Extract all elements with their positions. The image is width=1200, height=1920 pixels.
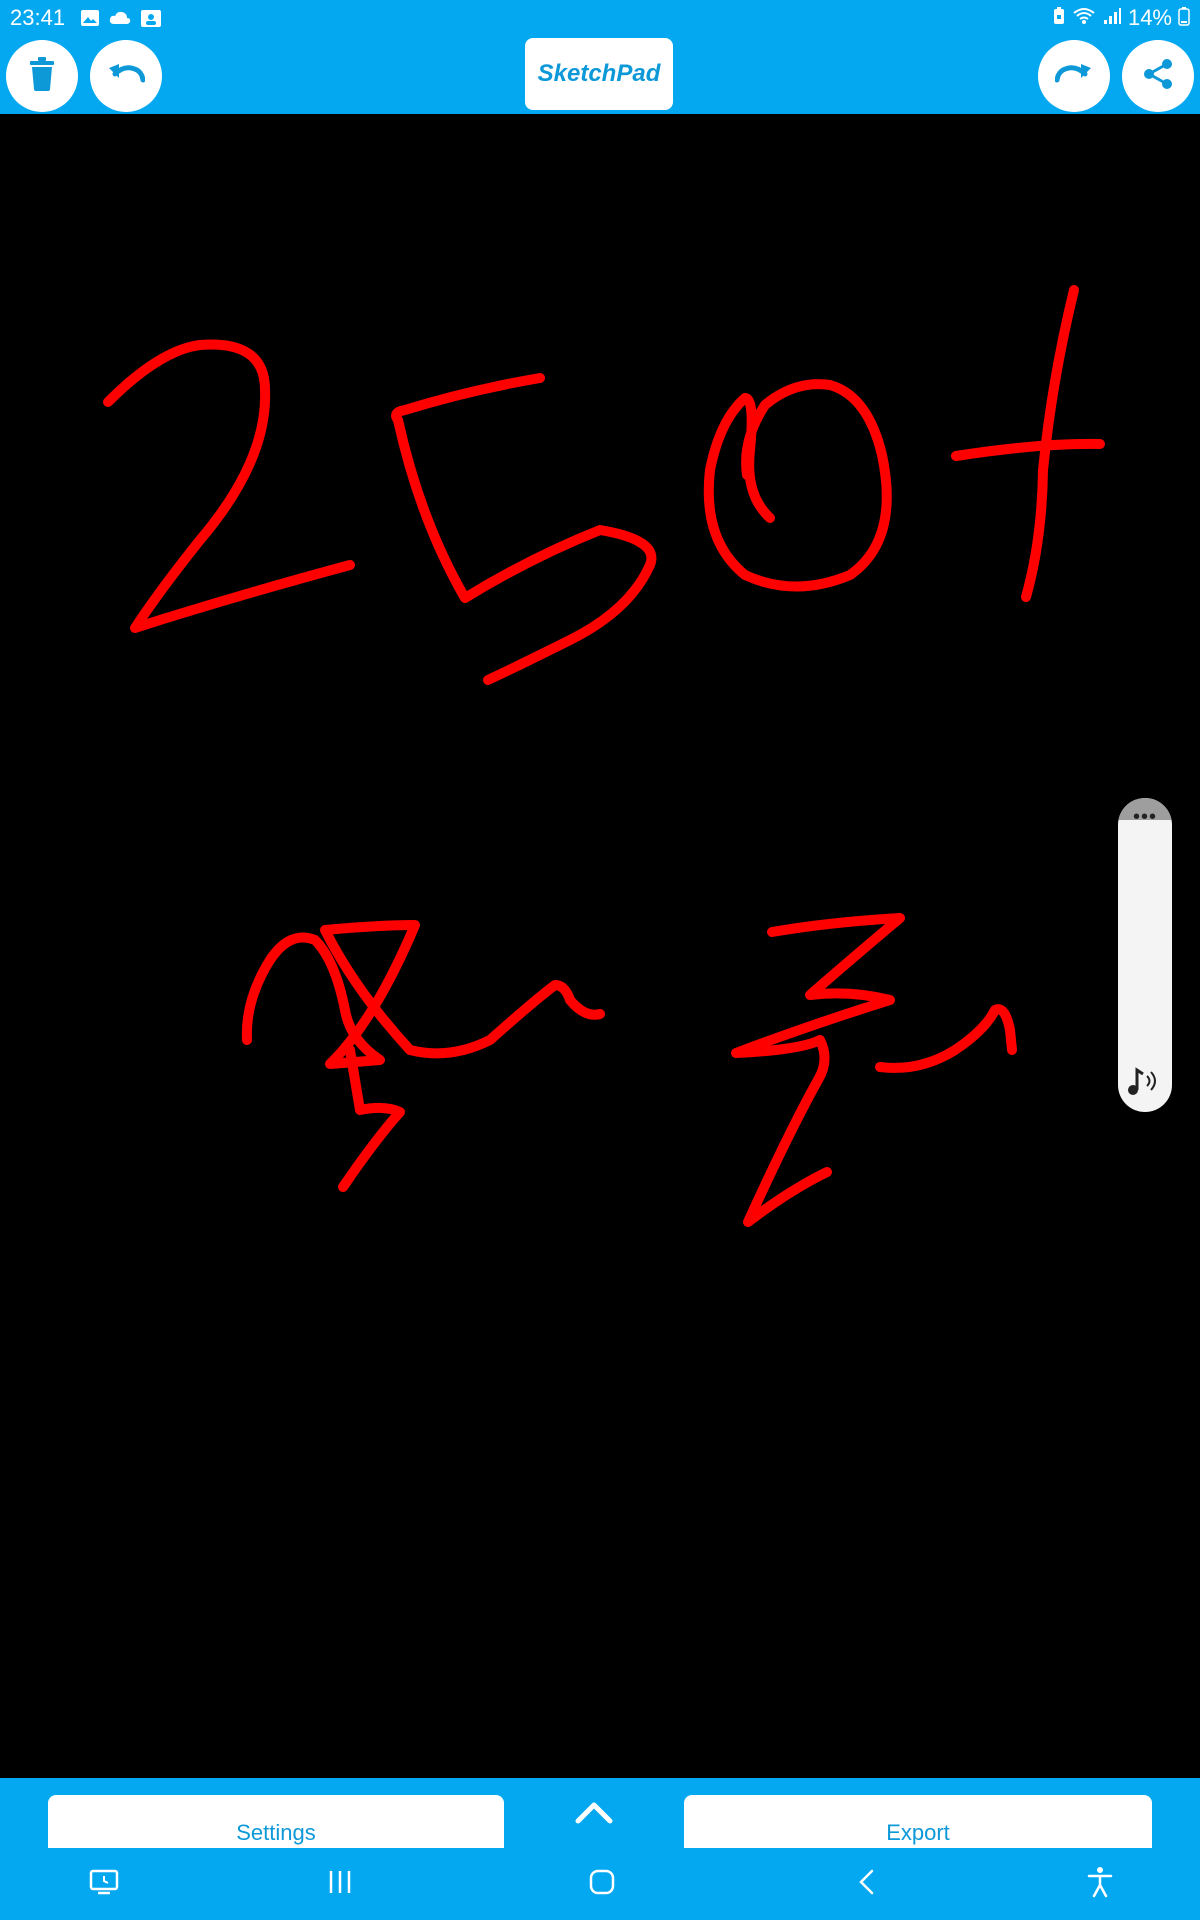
settings-label: Settings [236,1820,316,1845]
status-left-icons [80,8,162,33]
signal-icon [1102,6,1122,31]
screen-recorder-icon [89,1868,119,1901]
drawing-canvas[interactable] [0,114,1200,1778]
expand-button[interactable] [568,1790,620,1838]
back-button[interactable] [844,1862,888,1906]
battery-saver-icon [1052,6,1066,31]
export-label: Export [886,1820,950,1845]
status-time: 23:41 [10,5,66,30]
image-icon [80,8,100,33]
stroke-scribble-2-tail [875,1004,1017,1073]
system-nav-bar [0,1848,1200,1920]
undo-icon [107,60,146,93]
audio-note-icon[interactable] [1127,1066,1163,1101]
back-icon [856,1868,876,1901]
accessibility-icon [1086,1866,1114,1903]
stroke-digit-2 [103,339,355,633]
screen-recorder-button[interactable] [82,1862,126,1906]
home-button[interactable] [580,1862,624,1906]
share-icon [1141,57,1175,96]
chevron-up-icon [574,1799,614,1830]
toolbar: SketchPad [0,38,1200,114]
wifi-icon [1072,6,1096,31]
audio-side-panel[interactable]: ••• [1118,798,1172,1112]
cloud-icon [108,8,132,33]
redo-button[interactable] [1038,40,1110,112]
settings-button[interactable]: Settings [48,1795,504,1848]
app-title: SketchPad [525,38,673,110]
stroke-digit-5 [391,373,657,685]
stroke-scribble-1-lower [338,1045,405,1192]
stroke-scribble-1 [241,920,605,1069]
app-title-label: SketchPad [537,60,661,87]
share-button[interactable] [1122,40,1194,112]
stroke-digit-0 [703,379,892,592]
accessibility-button[interactable] [1078,1862,1122,1906]
redo-icon [1054,60,1093,93]
delete-icon [28,56,56,96]
calendar-person-icon [140,8,162,33]
recent-apps-button[interactable] [318,1862,362,1906]
battery-icon [1178,6,1190,31]
home-icon [588,1868,616,1901]
status-right: 14% [1052,5,1190,31]
bottom-action-bar: Settings Export [0,1778,1200,1848]
undo-button[interactable] [90,40,162,112]
stroke-letter-t-bar [951,438,1105,461]
delete-button[interactable] [6,40,78,112]
status-bar: 23:41 14% [0,0,1200,38]
battery-percent: 14% [1127,5,1172,30]
drawing-strokes [103,285,1105,1227]
more-options-icon[interactable]: ••• [1118,807,1172,827]
stroke-scribble-2 [731,913,905,1227]
recent-apps-icon [325,1869,355,1900]
export-button[interactable]: Export [684,1795,1152,1848]
